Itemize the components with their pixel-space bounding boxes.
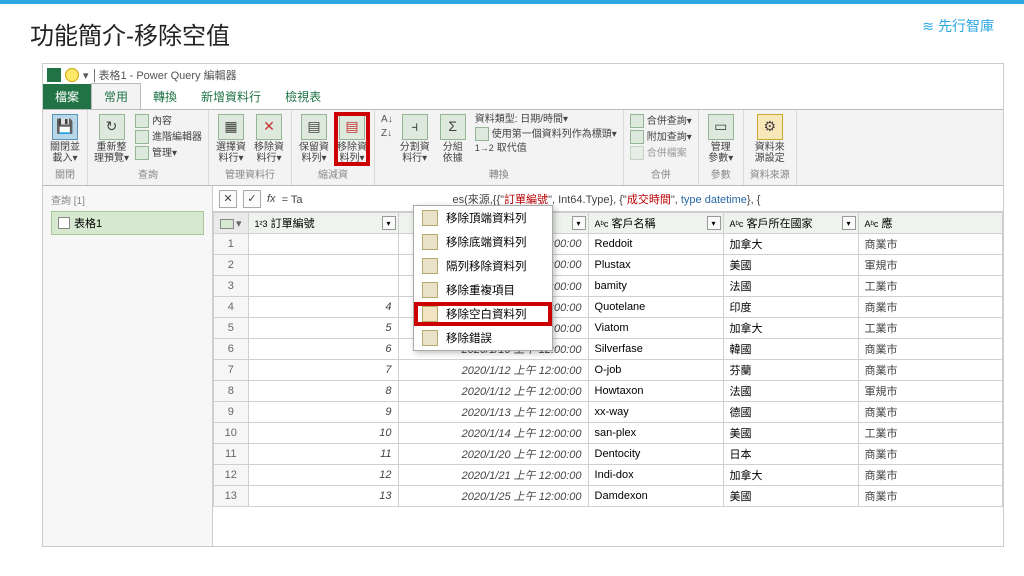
chevron-down-icon[interactable]: ▾ (707, 216, 721, 230)
chevron-down-icon[interactable]: ▾ (572, 216, 586, 230)
brand-label: ≋先行智庫 (922, 16, 994, 36)
queries-header: 查詢 [1] (51, 192, 204, 207)
menu-remove-bottom[interactable]: 移除底端資料列 (414, 230, 552, 254)
chevron-down-icon[interactable]: ▾ (382, 216, 396, 230)
app-icon (47, 68, 61, 82)
combine-icon (630, 146, 644, 160)
col-country[interactable]: Aᵇc 客戶所在國家▾ (723, 213, 858, 234)
manage-button[interactable]: 管理▾ (135, 146, 177, 160)
table-row[interactable]: 11112020/1/20 上午 12:00:00Dentocity日本商業市 (214, 444, 1003, 465)
wave-icon: ≋ (922, 18, 934, 34)
remove-bottom-icon (422, 234, 438, 250)
ribbon: 💾關閉並 載入▾關閉 ↻重新整 理預覽▾ 內容 進階編輯器 管理▾ 查詢 ▦選擇… (43, 110, 1003, 186)
append-icon (630, 130, 644, 144)
table-row[interactable]: 882020/1/12 上午 12:00:00Howtaxon法國軍規市 (214, 381, 1003, 402)
remove-blank-icon (422, 306, 438, 322)
table-row[interactable]: 13132020/1/25 上午 12:00:00Damdexon美國商業市 (214, 486, 1003, 507)
advanced-editor-button[interactable]: 進階編輯器 (135, 130, 202, 144)
menu-remove-errors[interactable]: 移除錯誤 (414, 326, 552, 350)
choose-cols-icon: ▦ (218, 114, 244, 140)
sort-asc-icon[interactable]: A↓ (381, 114, 393, 125)
col-customer[interactable]: Aᵇc 客戶名稱▾ (588, 213, 723, 234)
tab-view[interactable]: 檢視表 (273, 84, 333, 109)
merge-icon (630, 114, 644, 128)
groupby-button[interactable]: Σ分組 依據 (437, 114, 469, 164)
properties-icon (135, 114, 149, 128)
remove-rows-menu: 移除頂端資料列 移除底端資料列 隔列移除資料列 移除重複項目 移除空白資料列 移… (413, 205, 553, 351)
queries-pane: 查詢 [1] 表格1 (43, 186, 213, 546)
fx-icon[interactable]: fx (267, 193, 276, 205)
accept-formula-button[interactable]: ✓ (243, 190, 261, 208)
refresh-button[interactable]: ↻重新整 理預覽▾ (94, 114, 129, 164)
append-queries-button[interactable]: 附加查詢▾ (630, 130, 692, 144)
window-titlebar: ▾ │ 表格1 - Power Query 編輯器 (43, 64, 1003, 86)
combine-files-button: 合併檔案 (630, 146, 687, 160)
choose-cols-button[interactable]: ▦選擇資 料行▾ (215, 114, 247, 164)
remove-alt-icon (422, 258, 438, 274)
split-col-button[interactable]: ⫞分割資 料行▾ (399, 114, 431, 164)
gear-icon: ⚙ (757, 114, 783, 140)
table-row[interactable]: 992020/1/13 上午 12:00:00xx-way德國商業市 (214, 402, 1003, 423)
editor-icon (135, 130, 149, 144)
chevron-down-icon[interactable]: ▾ (842, 216, 856, 230)
split-icon: ⫞ (402, 114, 428, 140)
datatype-button[interactable]: 資料類型: 日期/時間▾ (475, 114, 568, 125)
merge-queries-button[interactable]: 合併查詢▾ (630, 114, 692, 128)
corner-cell[interactable]: ▾ (214, 213, 249, 234)
group-icon: Σ (440, 114, 466, 140)
tab-file[interactable]: 檔案 (43, 84, 91, 109)
manage-icon (135, 146, 149, 160)
tab-transform[interactable]: 轉換 (141, 84, 189, 109)
manage-params-button[interactable]: ▭管理 參數▾ (705, 114, 737, 164)
close-load-button[interactable]: 💾關閉並 載入▾ (49, 114, 81, 164)
emoji-icon (65, 68, 79, 82)
ribbon-tabs: 檔案 常用 轉換 新增資料行 檢視表 (43, 86, 1003, 110)
menu-remove-alternate[interactable]: 隔列移除資料列 (414, 254, 552, 278)
table-row[interactable]: 662020/1/10 上午 12:00:00Silverfase韓國商業市 (214, 339, 1003, 360)
formula-text[interactable]: = Taes(來源,{{"訂單編號", Int64.Type}, {"成交時間"… (282, 191, 997, 207)
table-row[interactable]: 552020/1/9 上午 12:00:00Viatom加拿大工業市 (214, 318, 1003, 339)
remove-top-icon (422, 210, 438, 226)
menu-remove-top[interactable]: 移除頂端資料列 (414, 206, 552, 230)
sort-desc-icon[interactable]: Z↓ (381, 128, 392, 139)
firstrow-icon (475, 127, 489, 141)
keep-rows-icon: ▤ (301, 114, 327, 140)
col-order-id[interactable]: 1²3 訂單編號▾ (248, 213, 398, 234)
table-row[interactable]: 772020/1/12 上午 12:00:00O-job芬蘭商業市 (214, 360, 1003, 381)
formula-bar: ✕ ✓ fx = Taes(來源,{{"訂單編號", Int64.Type}, … (213, 186, 1003, 212)
table-row[interactable]: 1x12:00:00Reddoit加拿大商業市 (214, 234, 1003, 255)
datasource-button[interactable]: ⚙資料來 源設定 (754, 114, 786, 164)
table-icon (58, 217, 70, 229)
refresh-icon: ↻ (99, 114, 125, 140)
cancel-formula-button[interactable]: ✕ (219, 190, 237, 208)
properties-button[interactable]: 內容 (135, 114, 172, 128)
data-grid[interactable]: ▾ 1²3 訂單編號▾ ▾ Aᵇc 客戶名稱▾ Aᵇc 客戶所在國家▾ Aᵇc … (213, 212, 1003, 546)
table-row[interactable]: 3x2020/ 1/ 0 上午 12:00:00bamity法國工業市 (214, 276, 1003, 297)
col-last[interactable]: Aᵇc 應 (858, 213, 1002, 234)
window-title: 表格1 - Power Query 編輯器 (98, 67, 236, 83)
tab-home[interactable]: 常用 (91, 83, 141, 109)
remove-cols-button[interactable]: ✕移除資 料行▾ (253, 114, 285, 164)
remove-rows-icon: ▤ (339, 114, 365, 140)
table-row[interactable]: 12122020/1/21 上午 12:00:00Indi-dox加拿大商業市 (214, 465, 1003, 486)
params-icon: ▭ (708, 114, 734, 140)
menu-remove-duplicates[interactable]: 移除重複項目 (414, 278, 552, 302)
firstrow-header-button[interactable]: 使用第一個資料列作為標頭▾ (475, 127, 617, 141)
tab-add-column[interactable]: 新增資料行 (189, 84, 273, 109)
save-icon: 💾 (52, 114, 78, 140)
remove-err-icon (422, 330, 438, 346)
menu-remove-blank[interactable]: 移除空白資料列 (414, 302, 552, 326)
table-row[interactable]: 442020/1/9 上午 12:00:00Quotelane印度商業市 (214, 297, 1003, 318)
remove-rows-button[interactable]: ▤移除資 料列▾ (336, 114, 368, 164)
page-title: 功能簡介-移除空值 (30, 16, 230, 51)
remove-cols-icon: ✕ (256, 114, 282, 140)
table-row[interactable]: 2x12:00:00Plustax美國軍規市 (214, 255, 1003, 276)
table-row[interactable]: 10102020/1/14 上午 12:00:00san-plex美國工業市 (214, 423, 1003, 444)
query-item[interactable]: 表格1 (51, 211, 204, 235)
keep-rows-button[interactable]: ▤保留資 料列▾ (298, 114, 330, 164)
table-corner-icon (220, 219, 234, 229)
replace-button[interactable]: 1→2取代值 (475, 143, 527, 154)
remove-dup-icon (422, 282, 438, 298)
